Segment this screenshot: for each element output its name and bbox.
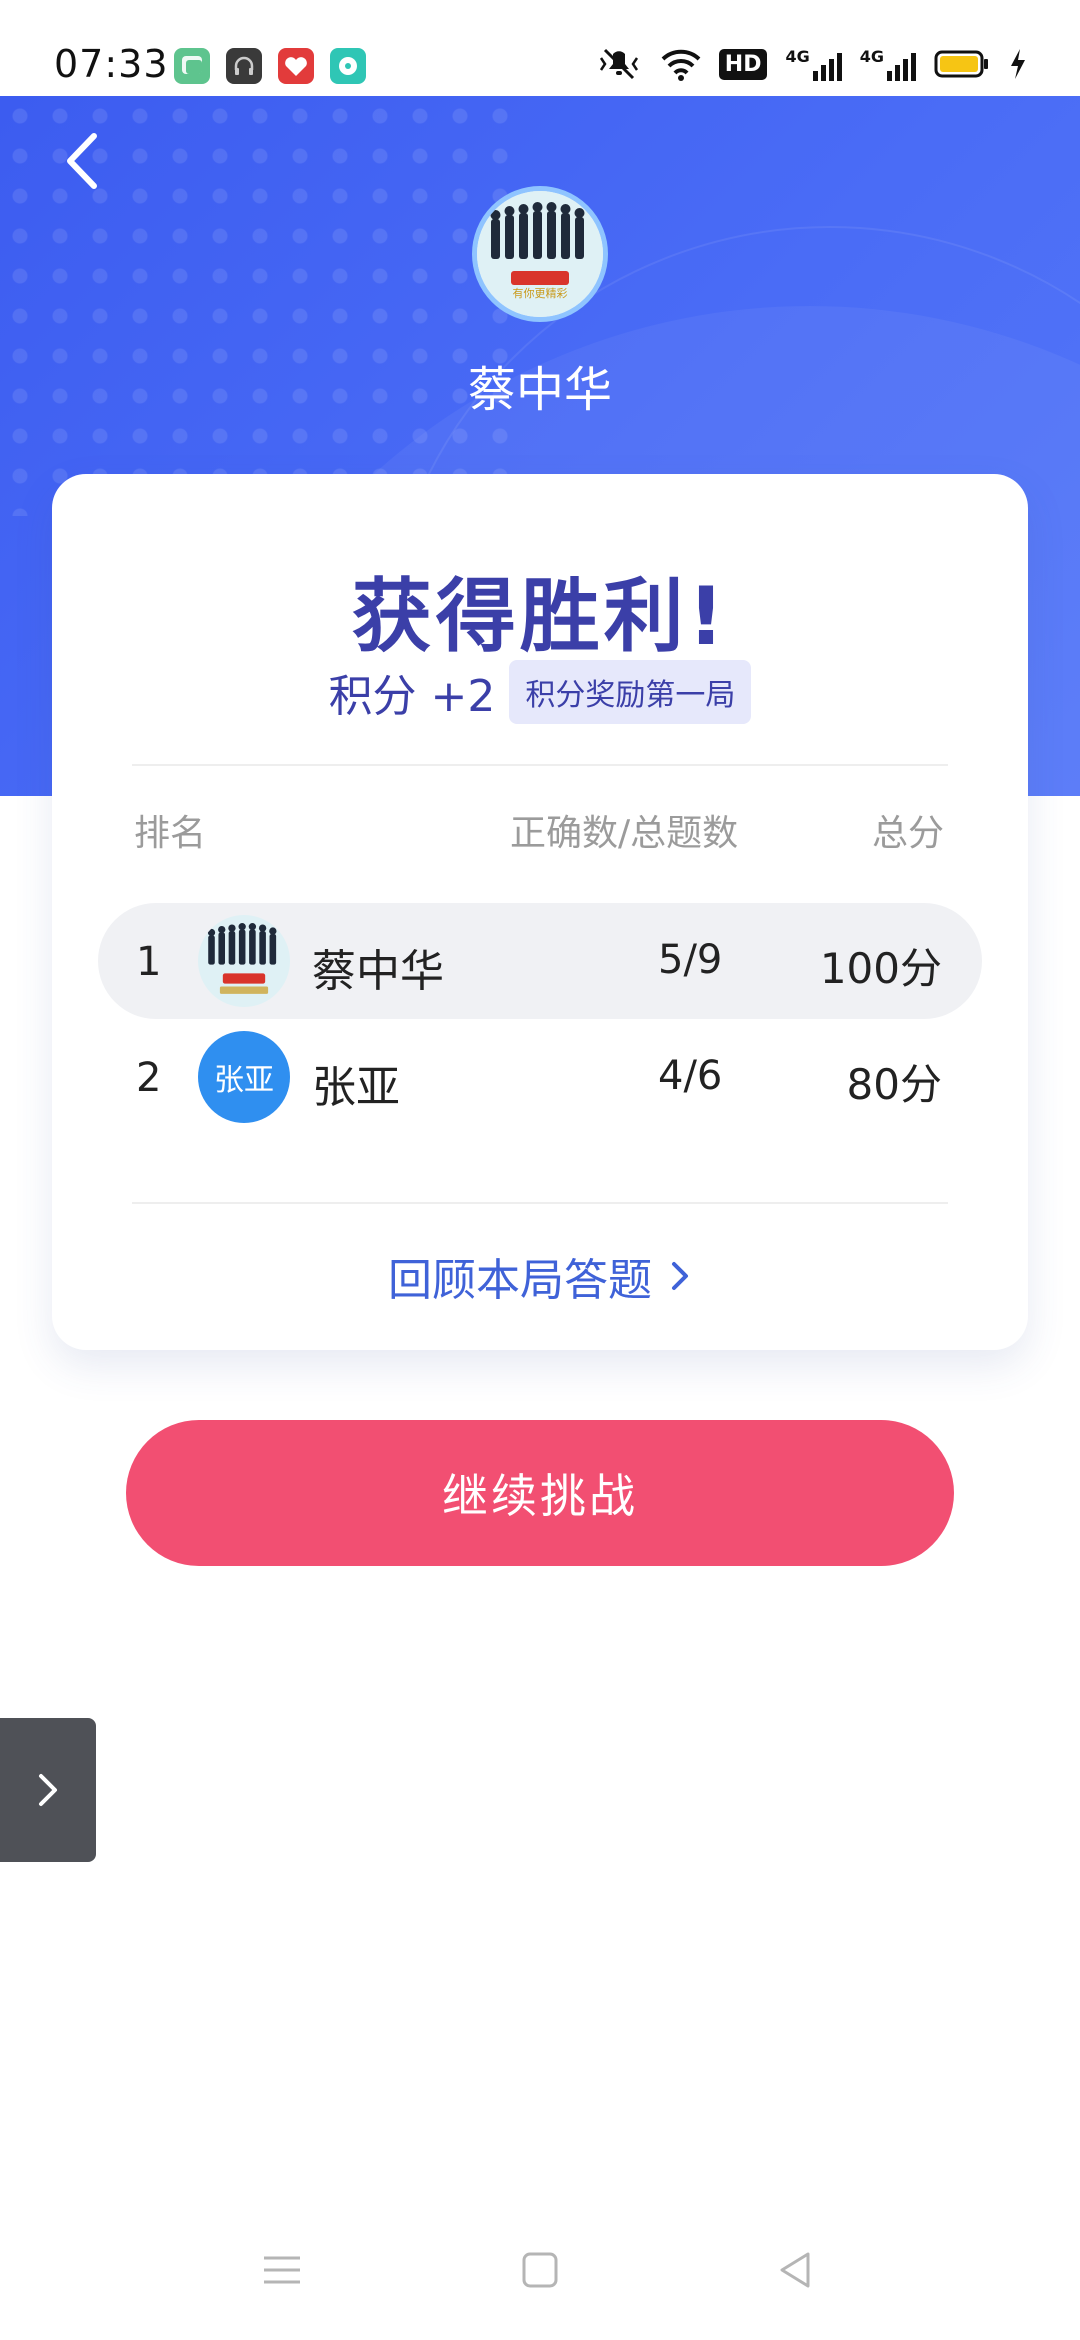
header-user-name: 蔡中华 — [467, 362, 612, 418]
avatar — [198, 915, 290, 1007]
chevron-right-icon — [39, 1774, 57, 1806]
row-score: 100分 — [819, 944, 942, 993]
group-photo-image — [198, 915, 290, 1007]
victory-title: 获得胜利! — [351, 570, 729, 663]
mute-vibrate-icon — [599, 48, 638, 80]
group-photo-image: 有你更精彩 — [477, 191, 603, 317]
points-row: 积分 +2 积分奖励第一局 — [52, 660, 1028, 724]
avatar: 张亚 — [198, 1031, 290, 1123]
status-indicators: HD 4G 4G — [595, 44, 1028, 84]
row-name: 张亚 — [312, 1062, 400, 1113]
table-row: 1 蔡中华 5/9 100分 — [98, 903, 982, 1019]
heart-app-icon — [278, 48, 314, 84]
review-link-label: 回顾本局答题 — [388, 1255, 652, 1306]
points-badge: 积分奖励第一局 — [509, 660, 752, 724]
charging-icon — [1011, 49, 1025, 79]
recents-button[interactable] — [242, 2230, 322, 2310]
row-name: 蔡中华 — [312, 946, 444, 997]
status-bar: 07:33 HD 4G 4G — [0, 0, 1080, 96]
back-button[interactable] — [56, 126, 116, 196]
svg-text:有你更精彩: 有你更精彩 — [513, 286, 568, 300]
continue-challenge-button[interactable]: 继续挑战 — [126, 1420, 954, 1566]
review-answers-link[interactable]: 回顾本局答题 — [52, 1244, 1028, 1308]
header-score: 总分 — [871, 813, 944, 854]
battery-icon — [934, 50, 988, 78]
system-nav-bar — [0, 2230, 1080, 2340]
row-rank: 2 — [136, 1055, 162, 1101]
signal-4g-icon: 4G — [785, 47, 842, 81]
divider — [132, 764, 948, 766]
user-avatar: 有你更精彩 — [472, 186, 608, 322]
side-expand-tab[interactable] — [0, 1718, 96, 1862]
signal-4g-icon: 4G — [860, 47, 916, 81]
status-time: 07:33 — [54, 42, 169, 86]
menu-icon — [264, 2256, 300, 2284]
chat-app-icon — [174, 48, 210, 84]
home-square-icon — [522, 2252, 558, 2288]
points-earned: 积分 +2 — [328, 671, 496, 722]
row-correct: 4/6 — [658, 1053, 723, 1099]
table-row: 2 张亚 张亚 4/6 80分 — [98, 1019, 982, 1135]
divider — [132, 1202, 948, 1204]
header-correct: 正确数/总题数 — [510, 813, 739, 854]
home-button[interactable] — [500, 2230, 580, 2310]
chevron-right-icon — [672, 1262, 688, 1290]
game-result-page: 07:33 HD 4G 4G 有你更精彩 蔡中华 获得胜利! 积分 +2 积分奖… — [0, 0, 1080, 2340]
wifi-icon — [661, 49, 701, 81]
row-rank: 1 — [136, 939, 162, 985]
row-score: 80分 — [846, 1060, 942, 1109]
music-app-icon — [330, 48, 366, 84]
header-rank: 排名 — [134, 813, 207, 854]
back-triangle-icon — [780, 2252, 810, 2288]
hd-icon: HD — [718, 48, 768, 80]
headphones-app-icon — [226, 48, 262, 84]
result-card: 获得胜利! 积分 +2 积分奖励第一局 排名 正确数/总题数 总分 1 蔡中华 … — [52, 474, 1028, 1350]
chevron-left-icon — [67, 133, 97, 189]
back-nav-button[interactable] — [756, 2230, 836, 2310]
